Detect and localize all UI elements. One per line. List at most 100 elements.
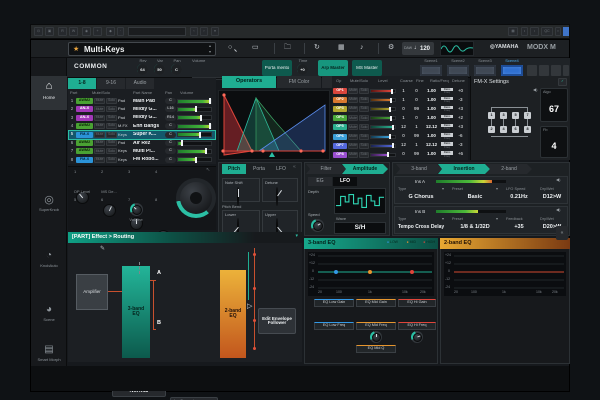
- solo-button[interactable]: Solo: [106, 132, 117, 138]
- write-automation-button[interactable]: W: [69, 27, 78, 36]
- scene-6-button[interactable]: [539, 65, 549, 76]
- assign-knob-7[interactable]: [130, 203, 143, 216]
- tab-pitch-lfo[interactable]: LFO: [272, 164, 290, 174]
- op-solo-button[interactable]: Solo: [359, 134, 369, 140]
- porta-time-knob[interactable]: +0: [297, 64, 308, 75]
- scene-4-button[interactable]: [501, 65, 523, 76]
- solo-button[interactable]: Solo: [106, 123, 117, 129]
- operator-row[interactable]: OP5 Mute Solo 12 1 12.12 RatioFreq +3: [333, 123, 467, 131]
- part-volume-slider[interactable]: [177, 124, 212, 129]
- operator-row[interactable]: OP3 Mute Solo 0 99 1.00 RatioFreq +3: [333, 105, 467, 113]
- op-solo-button[interactable]: Solo: [359, 143, 369, 149]
- sidebar-item-home[interactable]: ⌂ Home: [31, 76, 67, 110]
- ins-b-preset[interactable]: 1/8 & 1/32D: [450, 223, 500, 233]
- tab-parts-audio[interactable]: Audio: [126, 78, 154, 89]
- sidebar-item-scene[interactable]: ◕ Scene: [31, 302, 67, 332]
- tab-pitch[interactable]: Pitch: [222, 164, 246, 174]
- mute-button[interactable]: Mute: [94, 106, 105, 112]
- op-mute-button[interactable]: Mute: [348, 97, 358, 103]
- note-shift-cell[interactable]: Note Shift: [222, 178, 260, 202]
- scene-5-button[interactable]: [527, 65, 537, 76]
- resize-icon[interactable]: ↕: [530, 27, 539, 36]
- pan-chip[interactable]: L16: [165, 106, 176, 112]
- portamento-button[interactable]: Porta mento: [262, 60, 292, 76]
- arp-master-button[interactable]: Arp Master: [318, 60, 348, 76]
- scene-7-button[interactable]: [551, 65, 561, 76]
- tab-lfo[interactable]: LFO: [333, 177, 357, 186]
- lfo-wave-select[interactable]: S/H: [334, 222, 386, 234]
- assign-knob-2[interactable]: [103, 204, 116, 217]
- op-level-slider[interactable]: [370, 125, 396, 129]
- op-solo-button[interactable]: Solo: [359, 106, 369, 112]
- part-row[interactable]: 2 AN-X Mute Solo Pad Mildly G... L16: [69, 105, 215, 113]
- operator-row[interactable]: OP7 Mute Solo 12 1 12.12 RatioFreq -3: [333, 142, 467, 150]
- part-volume-slider[interactable]: [177, 149, 212, 154]
- part-row[interactable]: 1 AWM2 Mute Solo Pad Main Pad C: [69, 97, 215, 105]
- part-volume-slider[interactable]: [177, 132, 212, 137]
- ratio-freq-toggle[interactable]: RatioFreq: [441, 106, 453, 113]
- ratio-freq-toggle[interactable]: RatioFreq: [441, 115, 453, 122]
- dot-icon[interactable]: ·: [117, 27, 124, 36]
- search-icon[interactable]: ○: [228, 44, 232, 51]
- power-icon[interactable]: ⏻: [34, 27, 43, 36]
- music-note-icon[interactable]: ♪: [360, 44, 364, 51]
- op-solo-button[interactable]: Solo: [359, 97, 369, 103]
- solo-button[interactable]: Solo: [106, 148, 117, 154]
- pan-chip[interactable]: C: [165, 157, 176, 163]
- tab-porta[interactable]: Porta: [247, 164, 271, 174]
- ins-a-type[interactable]: G Chorus: [396, 193, 446, 203]
- favorite-star-icon[interactable]: ★: [73, 46, 79, 53]
- op-solo-button[interactable]: Solo: [359, 115, 369, 121]
- mute-button[interactable]: Mute: [94, 140, 105, 146]
- speaker-icon[interactable]: ◀): [533, 88, 537, 92]
- tab-insertion[interactable]: Insertion: [438, 164, 490, 174]
- stepper-up-icon[interactable]: ▴: [209, 44, 211, 48]
- solo-button[interactable]: Solo: [106, 140, 117, 146]
- scene-8-button[interactable]: [563, 65, 569, 76]
- feedback-box[interactable]: Fb 4: [540, 126, 568, 158]
- op-solo-button[interactable]: Solo: [359, 152, 369, 158]
- quick-controls-button[interactable]: QC: [541, 27, 553, 36]
- routing-header[interactable]: [PART] Effect > Routing ▾: [68, 232, 302, 243]
- ins-a-preset[interactable]: Basic: [450, 193, 500, 203]
- tab-filter[interactable]: Filter: [306, 164, 346, 174]
- ratio-freq-toggle[interactable]: RatioFreq: [441, 97, 453, 104]
- gear-icon[interactable]: ⚙: [388, 44, 394, 51]
- op-mute-button[interactable]: Mute: [348, 152, 358, 158]
- tab-3band[interactable]: 3-band: [396, 164, 442, 174]
- stepper-down-icon[interactable]: ▾: [209, 50, 211, 54]
- pencil-icon[interactable]: ✎: [100, 246, 105, 252]
- dropdown-icon[interactable]: ▾: [442, 217, 444, 221]
- eq-hi-freq-knob[interactable]: [411, 331, 423, 343]
- dot2-icon[interactable]: •: [521, 27, 528, 36]
- mute-button[interactable]: Mute: [94, 148, 105, 154]
- sync-icon[interactable]: ↻: [314, 44, 320, 51]
- part-row[interactable]: 4 AWM2 Mute Solo M.FX Enh Bangs C: [69, 122, 215, 130]
- prev-preset-icon[interactable]: ‹: [190, 27, 198, 36]
- mute-button[interactable]: Mute: [94, 115, 105, 121]
- blue-handle-icon[interactable]: [563, 27, 569, 36]
- bend-upper-cell[interactable]: Upper: [262, 210, 298, 233]
- tab-amplitude[interactable]: Amplitude: [342, 164, 388, 174]
- sidebar-item-knobauto[interactable]: ◔ KnobAuto: [31, 248, 67, 278]
- scene-3-button[interactable]: [474, 65, 496, 76]
- ratio-freq-toggle[interactable]: RatioFreq: [441, 124, 453, 131]
- ins-b-feedback[interactable]: +35: [503, 223, 535, 233]
- operator-row[interactable]: OP2 Mute Solo 1 0 1.00 RatioFreq -3: [333, 96, 467, 104]
- op-level-slider[interactable]: [370, 116, 396, 120]
- operator-row[interactable]: OP8 Mute Solo 0 99 1.00 RatioFreq +6: [333, 151, 467, 159]
- ratio-freq-toggle[interactable]: RatioFreq: [441, 88, 453, 95]
- solo-button[interactable]: Solo: [106, 106, 117, 112]
- op-mute-button[interactable]: Mute: [348, 88, 358, 94]
- op-level-slider[interactable]: [370, 89, 396, 93]
- op-mute-button[interactable]: Mute: [348, 143, 358, 149]
- ratio-freq-toggle[interactable]: RatioFreq: [441, 142, 453, 149]
- lfo-speed-knob[interactable]: [311, 219, 324, 232]
- part-row[interactable]: 7 AWM2 Mute Solo Keys Multi Pi... C: [69, 147, 215, 155]
- ms-master-button[interactable]: MS Master: [352, 60, 382, 76]
- algo-box[interactable]: Algo 67: [540, 88, 568, 122]
- op-solo-button[interactable]: Solo: [359, 124, 369, 130]
- speaker-icon[interactable]: ◀): [556, 208, 560, 212]
- menu-icon[interactable]: ▾: [211, 27, 219, 36]
- op-solo-button[interactable]: Solo: [359, 88, 369, 94]
